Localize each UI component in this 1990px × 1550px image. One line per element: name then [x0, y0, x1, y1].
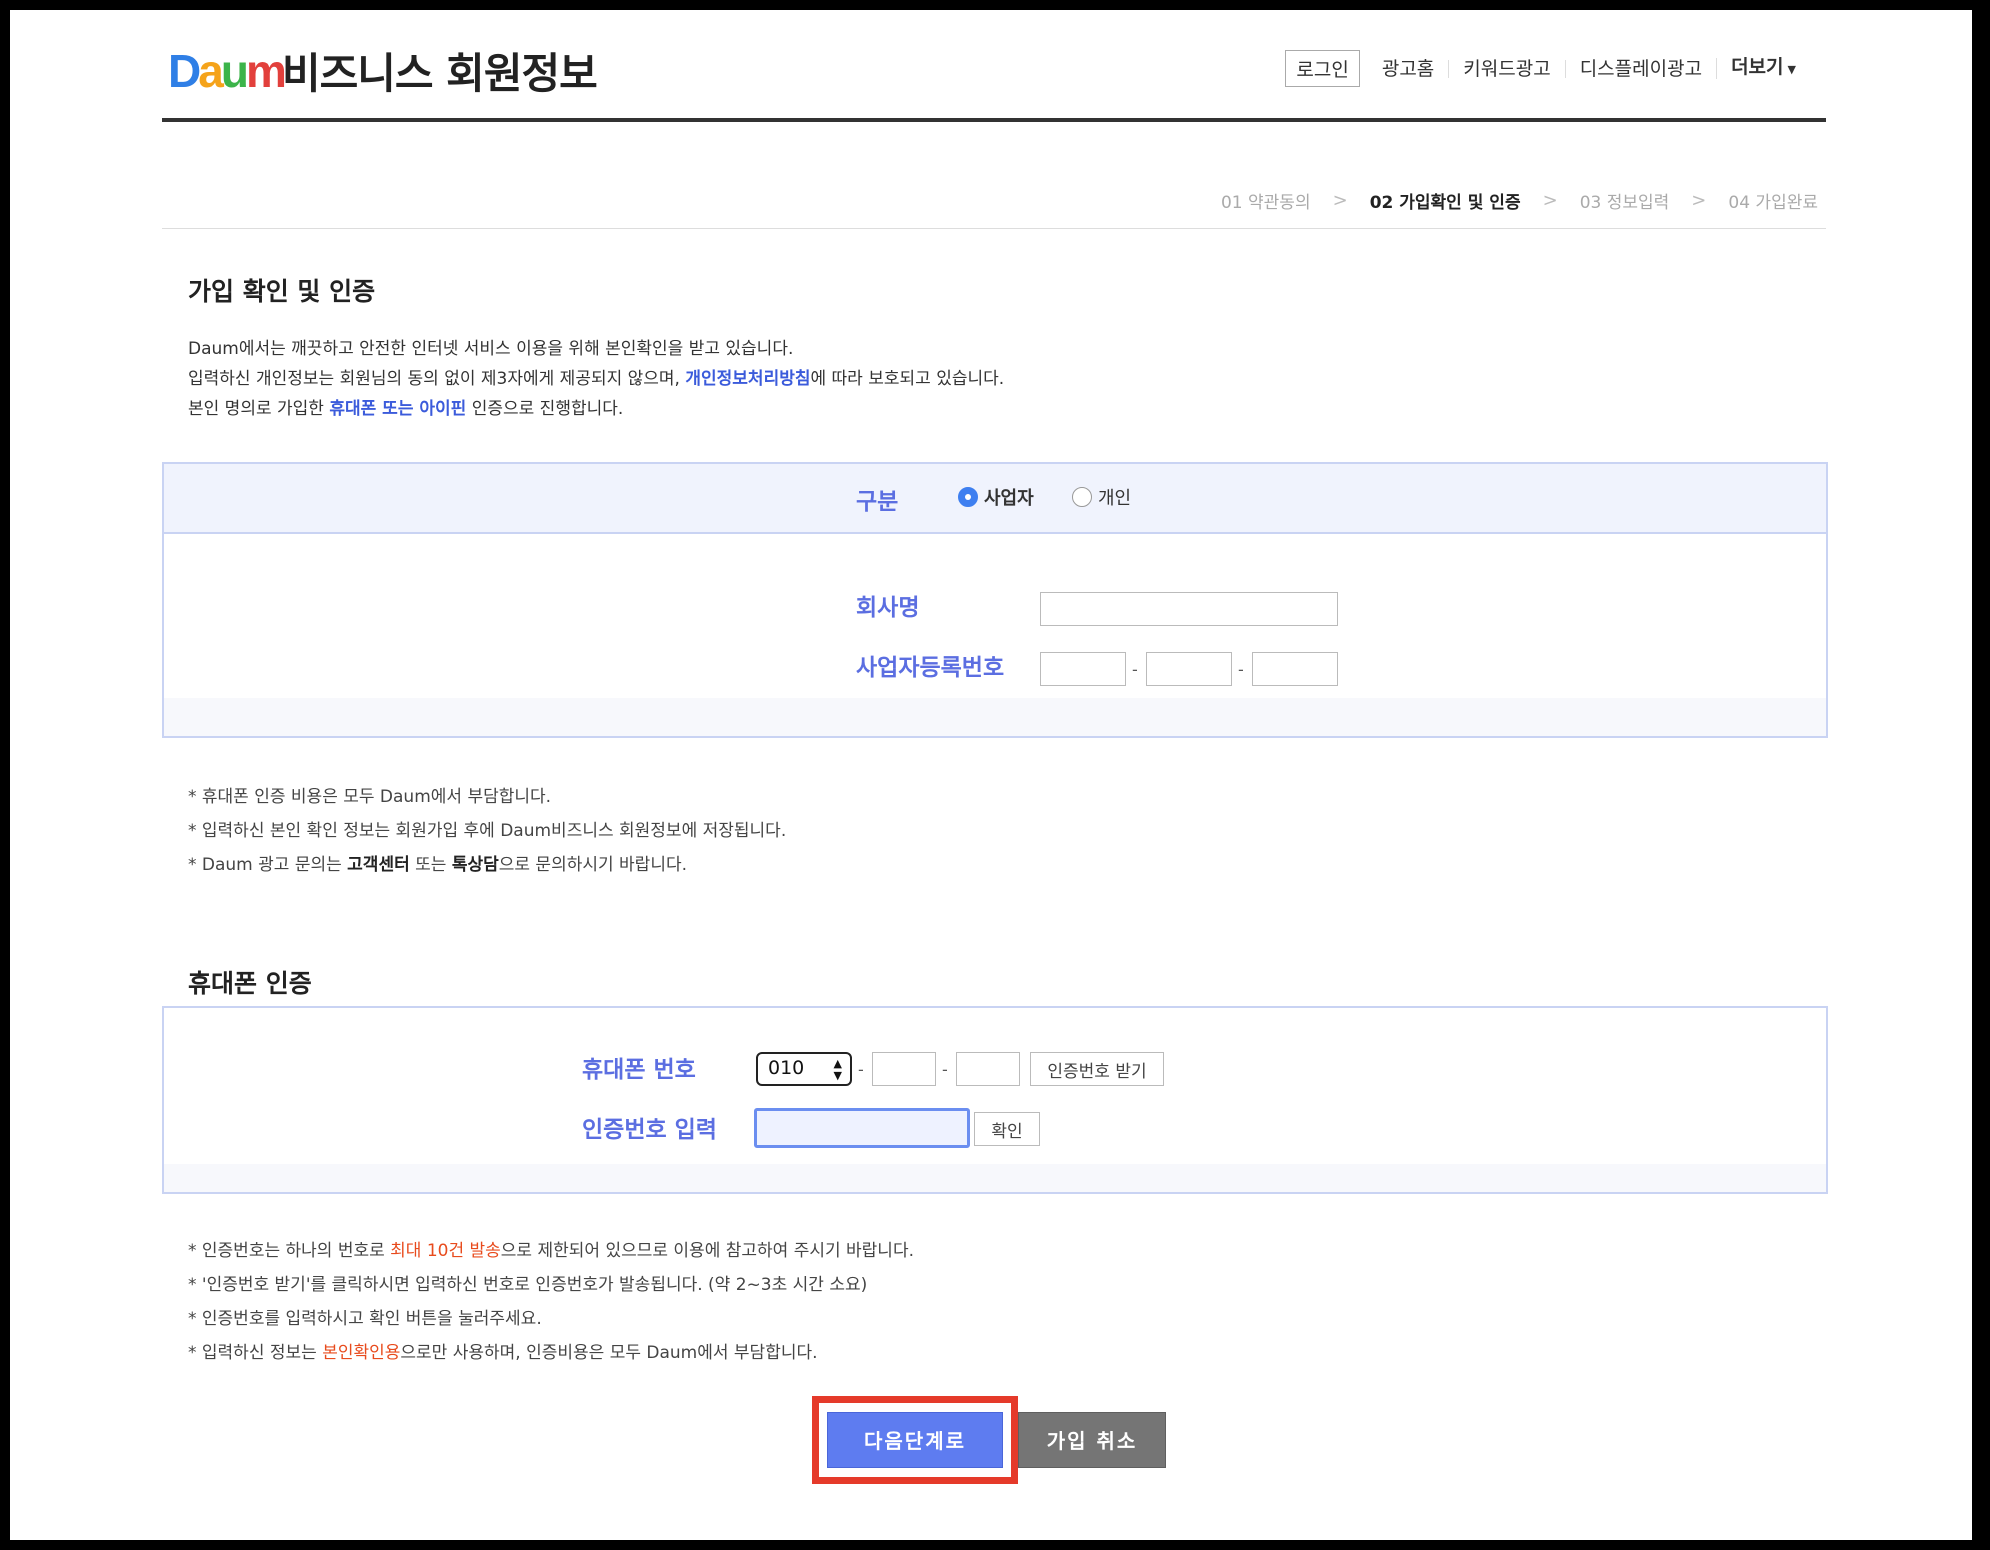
- note-text: * Daum 광고 문의는: [188, 855, 348, 875]
- box-footer: [164, 698, 1826, 736]
- chevron-right-icon: >: [1542, 190, 1558, 211]
- company-name-label: 회사명: [856, 595, 920, 621]
- header-divider: [162, 118, 1826, 122]
- privacy-policy-link[interactable]: 개인정보처리방침: [685, 369, 810, 389]
- phone-last-input[interactable]: [956, 1052, 1020, 1086]
- phone-auth-box: 휴대폰 번호 010 ▲ ▼ - - 인증번호 받기 인증번호 입력 확인: [162, 1006, 1828, 1194]
- company-name-input[interactable]: [1040, 592, 1338, 626]
- dash-separator: -: [858, 1060, 864, 1079]
- signup-steps: 01 약관동의 > 02 가입확인 및 인증 > 03 정보입력 > 04 가입…: [1217, 188, 1822, 213]
- login-button[interactable]: 로그인: [1285, 50, 1360, 87]
- cancel-signup-button[interactable]: 가입 취소: [1018, 1412, 1166, 1468]
- chevron-right-icon: >: [1332, 190, 1348, 211]
- note-ad-inquiry: * Daum 광고 문의는 고객센터 또는 톡상담으로 문의하시기 바랍니다.: [188, 850, 687, 875]
- radio-business-option[interactable]: 사업자: [958, 484, 1034, 510]
- customer-center-text: 고객센터: [347, 855, 410, 875]
- note-phone-cost: * 휴대폰 인증 비용은 모두 Daum에서 부담합니다.: [188, 787, 552, 807]
- box-footer: [164, 1164, 1826, 1192]
- next-step-button[interactable]: 다음단계로: [827, 1412, 1003, 1468]
- daum-logo[interactable]: Daum: [168, 44, 287, 97]
- note-text: 으로 제한되어 있으므로 이용에 참고하여 주시기 바랍니다.: [500, 1241, 914, 1261]
- note-text: 으로만 사용하며, 인증비용은 모두 Daum에서 부담합니다.: [400, 1343, 818, 1363]
- note-enter-code: * 인증번호를 입력하시고 확인 버튼을 눌러주세요.: [188, 1309, 542, 1329]
- step-2-active: 02 가입확인 및 인증: [1369, 193, 1521, 213]
- radio-individual-label: 개인: [1098, 488, 1132, 509]
- steps-divider: [162, 228, 1826, 229]
- step-1: 01 약관동의: [1220, 193, 1311, 213]
- verify-desc-3: 본인 명의로 가입한 휴대폰 또는 아이핀 인증으로 진행합니다.: [188, 394, 623, 419]
- identity-use-highlight: 본인확인용: [322, 1343, 401, 1363]
- confirm-code-button[interactable]: 확인: [974, 1112, 1040, 1146]
- auth-code-input[interactable]: [754, 1108, 970, 1148]
- desc3-text-end: 인증으로 진행합니다.: [466, 399, 624, 419]
- note-text: * 입력하신 정보는: [188, 1343, 323, 1363]
- dash-separator: -: [1132, 660, 1138, 679]
- business-number-part2-input[interactable]: [1146, 652, 1232, 686]
- nav-more-menu[interactable]: 더보기 ▼: [1716, 58, 1810, 79]
- member-type-label: 구분: [856, 489, 899, 515]
- global-nav: 로그인 광고홈 키워드광고 디스플레이광고 더보기 ▼: [1285, 50, 1810, 87]
- phone-prefix-select[interactable]: 010 ▲ ▼: [756, 1052, 852, 1086]
- note-request-code: * '인증번호 받기'를 클릭하시면 입력하신 번호로 인증번호가 발송됩니다.…: [188, 1275, 868, 1295]
- radio-individual-option[interactable]: 개인: [1072, 484, 1131, 510]
- note-text: 또는: [409, 855, 452, 875]
- phone-middle-input[interactable]: [872, 1052, 936, 1086]
- chevron-right-icon: >: [1691, 190, 1707, 211]
- step-4: 04 가입완료: [1728, 193, 1818, 213]
- note-text: * 인증번호는 하나의 번호로: [188, 1241, 391, 1261]
- send-limit-highlight: 최대 10건 발송: [390, 1241, 501, 1261]
- dash-separator: -: [1238, 660, 1244, 679]
- auth-method-highlight: 휴대폰 또는 아이핀: [329, 399, 467, 419]
- nav-display-ad[interactable]: 디스플레이광고: [1564, 59, 1716, 78]
- note-info-storage: * 입력하신 본인 확인 정보는 회원가입 후에 Daum비즈니스 회원정보에 …: [188, 821, 787, 841]
- service-title: 비즈니스 회원정보: [282, 49, 598, 98]
- desc2-text-end: 에 따라 보호되고 있습니다.: [810, 369, 1005, 389]
- note-info-usage: * 입력하신 정보는 본인확인용으로만 사용하며, 인증비용은 모두 Daum에…: [188, 1338, 818, 1363]
- note-send-limit: * 인증번호는 하나의 번호로 최대 10건 발송으로 제한되어 있으므로 이용…: [188, 1236, 914, 1261]
- radio-unchecked-icon[interactable]: [1072, 487, 1092, 507]
- talk-consult-text: 톡상담: [451, 855, 499, 875]
- verify-desc-2: 입력하신 개인정보는 회원님의 동의 없이 제3자에게 제공되지 않으며, 개인…: [188, 364, 1004, 389]
- desc3-text: 본인 명의로 가입한: [188, 399, 330, 419]
- page: Daum 비즈니스 회원정보 로그인 광고홈 키워드광고 디스플레이광고 더보기…: [10, 10, 1972, 1540]
- caret-down-icon: ▼: [1787, 63, 1796, 76]
- business-number-part3-input[interactable]: [1252, 652, 1338, 686]
- phone-prefix-value: 010: [768, 1057, 805, 1079]
- note-text: 으로 문의하시기 바랍니다.: [498, 855, 688, 875]
- verify-desc-1: Daum에서는 깨끗하고 안전한 인터넷 서비스 이용을 위해 본인확인을 받고…: [188, 339, 794, 359]
- business-number-label: 사업자등록번호: [856, 655, 1005, 681]
- radio-checked-icon[interactable]: [958, 487, 978, 507]
- member-type-row: 구분 사업자 개인: [164, 464, 1826, 534]
- verify-section-title: 가입 확인 및 인증: [188, 277, 376, 306]
- phone-number-label: 휴대폰 번호: [582, 1057, 696, 1083]
- desc2-text: 입력하신 개인정보는 회원님의 동의 없이 제3자에게 제공되지 않으며,: [188, 369, 686, 389]
- radio-business-label: 사업자: [984, 488, 1034, 509]
- select-arrows-icon: ▲ ▼: [833, 1057, 842, 1082]
- auth-code-label: 인증번호 입력: [582, 1117, 717, 1143]
- dash-separator: -: [942, 1060, 948, 1079]
- nav-keyword-ad[interactable]: 키워드광고: [1448, 59, 1564, 78]
- step-3: 03 정보입력: [1579, 193, 1670, 213]
- phone-auth-title: 휴대폰 인증: [188, 969, 312, 998]
- business-number-part1-input[interactable]: [1040, 652, 1126, 686]
- more-label: 더보기: [1731, 56, 1784, 78]
- nav-ad-home[interactable]: 광고홈: [1368, 59, 1448, 78]
- request-code-button[interactable]: 인증번호 받기: [1030, 1052, 1164, 1086]
- member-type-box: 구분 사업자 개인 회사명 사업자등록번호 - -: [162, 462, 1828, 738]
